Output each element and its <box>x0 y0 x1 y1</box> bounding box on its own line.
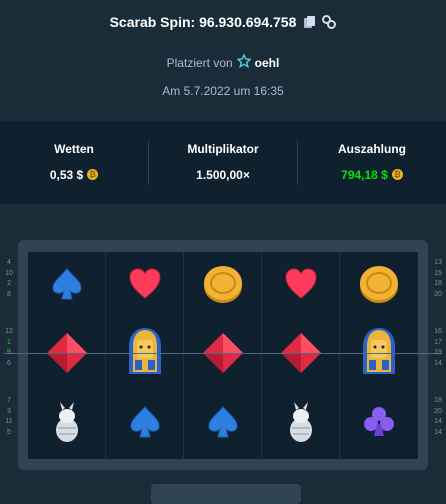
payline-number: 15 <box>434 269 442 277</box>
payline-numbers-left: 4 10 2 8 12 1 9 6 7 3 11 5 <box>2 258 16 465</box>
bet-date: Am 5.7.2022 um 16:35 <box>162 84 284 98</box>
pharaoh-icon <box>359 326 399 385</box>
diamond-icon <box>201 331 245 380</box>
payline-number: 20 <box>434 407 442 415</box>
reel-cell <box>28 390 106 459</box>
payline-number: 3 <box>7 407 11 415</box>
reel-cell <box>184 390 262 459</box>
multiplier-label: Multiplikator <box>187 141 259 156</box>
payline-number-group: 7 3 11 5 <box>2 396 16 465</box>
payline-number-group: 18 20 14 14 <box>431 396 445 465</box>
payline-number: 1 <box>7 338 11 346</box>
scarab-icon <box>52 400 82 449</box>
reel-cell <box>28 321 106 390</box>
payline-number: 10 <box>5 269 13 277</box>
coin-icon: ₿ <box>87 169 99 180</box>
multiplier-value-row: 1.500,00× <box>196 168 250 182</box>
reel-cell <box>106 252 184 321</box>
multiplier-value: 1.500,00× <box>196 167 250 182</box>
payline-number: 14 <box>434 359 442 367</box>
coin-icon <box>201 262 245 311</box>
reel-cell <box>340 321 418 390</box>
reel-cell <box>340 390 418 459</box>
reel-cell <box>184 321 262 390</box>
payline-number: 4 <box>7 259 11 266</box>
reel-cell <box>106 390 184 459</box>
payout-stat: Auszahlung 794,18 $ ₿ <box>298 142 446 184</box>
payout-value: 794,18 $ <box>341 167 388 182</box>
payout-label: Auszahlung <box>338 141 406 156</box>
link-icon[interactable] <box>322 15 337 29</box>
spade-icon <box>205 404 241 445</box>
payline-number: 19 <box>434 349 442 356</box>
diamond-icon <box>45 331 89 380</box>
payline-number-group: 12 1 9 6 <box>2 327 16 396</box>
placed-by-label: Platziert von <box>166 55 233 70</box>
bet-stats-panel: Wetten 0,53 $ ₿ Multiplikator 1.500,00× … <box>0 121 446 204</box>
coin-icon <box>357 262 401 311</box>
slot-reels <box>28 252 418 459</box>
scarab-icon <box>286 400 316 449</box>
payline-number-group: 4 10 2 8 <box>2 258 16 327</box>
payline-number: 6 <box>7 359 11 367</box>
payline-number: 2 <box>7 280 11 287</box>
diamond-icon <box>279 331 323 380</box>
reel-cell <box>184 252 262 321</box>
reel-cell <box>106 321 184 390</box>
payline-number: 17 <box>434 338 442 346</box>
club-icon <box>361 404 397 445</box>
bet-amount-stat: Wetten 0,53 $ ₿ <box>0 142 148 184</box>
payline-number: 5 <box>7 428 11 436</box>
spade-icon <box>127 404 163 445</box>
username[interactable]: oehl <box>255 56 280 70</box>
payline-number: 18 <box>434 280 442 287</box>
vip-star-icon <box>235 53 252 71</box>
reel-cell <box>28 252 106 321</box>
payline-numbers-right: 13 15 18 20 16 17 19 14 18 20 14 14 <box>431 258 445 465</box>
payline-number: 9 <box>7 349 11 356</box>
payline-number-group: 16 17 19 14 <box>431 327 445 396</box>
bottom-action-button[interactable] <box>151 484 301 504</box>
payline-number: 20 <box>434 290 442 298</box>
active-payline <box>4 353 442 354</box>
bet-amount-value: 0,53 $ <box>49 167 84 182</box>
payline-number: 11 <box>5 418 13 425</box>
copy-icon[interactable] <box>302 15 316 29</box>
reel-cell <box>262 390 340 459</box>
heart-icon <box>127 266 163 307</box>
pharaoh-icon <box>125 326 165 385</box>
payline-number: 16 <box>434 328 442 335</box>
reel-cell <box>340 252 418 321</box>
payout-value-row: 794,18 $ ₿ <box>341 168 403 182</box>
bet-amount-value-row: 0,53 $ ₿ <box>49 167 99 182</box>
payline-number: 13 <box>434 259 442 266</box>
heart-icon <box>283 266 319 307</box>
payline-number: 14 <box>434 428 442 436</box>
bet-amount-label: Wetten <box>54 141 94 156</box>
multiplier-stat: Multiplikator 1.500,00× <box>149 142 297 184</box>
reel-cell <box>262 321 340 390</box>
payline-number: 8 <box>7 290 11 298</box>
bet-header: Scarab Spin: 96.930.694.758 Platziert vo… <box>0 0 446 120</box>
payline-number: 14 <box>434 418 442 425</box>
payline-number: 18 <box>434 397 442 404</box>
payline-number: 7 <box>7 397 11 404</box>
placed-by-row: Platziert von oehl <box>0 53 446 71</box>
payline-number-group: 13 15 18 20 <box>431 258 445 327</box>
bet-title: Scarab Spin: 96.930.694.758 <box>109 14 297 30</box>
payline-number: 12 <box>5 328 13 335</box>
reel-cell <box>262 252 340 321</box>
coin-icon: ₿ <box>391 169 403 180</box>
bet-title-row: Scarab Spin: 96.930.694.758 <box>0 14 446 30</box>
spade-icon <box>49 266 85 307</box>
